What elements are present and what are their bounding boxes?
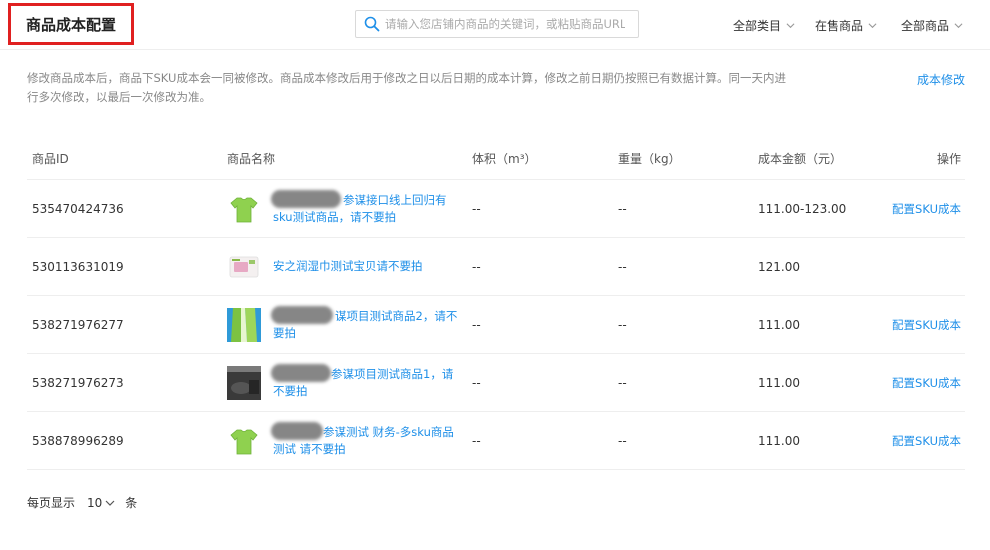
table-row: 538271976273 参谋项目测试商品1，请不要拍 -- -- 111.00… bbox=[27, 354, 965, 412]
green-tshirt-icon[interactable] bbox=[227, 424, 261, 458]
product-weight: -- bbox=[618, 375, 627, 390]
product-name-link[interactable]: 安之润湿巾测试宝贝请不要拍 bbox=[273, 258, 463, 275]
product-cost: 111.00-123.00 bbox=[758, 201, 847, 216]
redacted-blur bbox=[271, 363, 331, 382]
product-cost: 111.00 bbox=[758, 433, 800, 448]
redacted-blur bbox=[271, 421, 323, 440]
configure-sku-cost-button[interactable]: 配置SKU成本 bbox=[892, 376, 961, 390]
product-cost-table: 商品ID 商品名称 体积（m³） 重量（kg） 成本金额（元） 操作 53547… bbox=[27, 138, 965, 470]
product-volume: -- bbox=[472, 375, 481, 390]
green-fabric-icon[interactable] bbox=[227, 307, 261, 342]
search-input[interactable] bbox=[385, 17, 625, 31]
sale-status-filter-label: 在售商品 bbox=[815, 19, 864, 33]
product-scope-filter[interactable]: 全部商品 bbox=[901, 17, 963, 34]
column-header-id: 商品ID bbox=[32, 152, 69, 166]
product-id: 538878996289 bbox=[32, 433, 124, 448]
cost-edit-link[interactable]: 成本修改 bbox=[917, 71, 965, 88]
table-row: 538878996289 参谋测试 财务-多sku商品测试 请不要拍 -- --… bbox=[27, 412, 965, 470]
dark-photo-icon[interactable] bbox=[227, 365, 261, 400]
column-header-name: 商品名称 bbox=[227, 152, 276, 166]
product-volume: -- bbox=[472, 259, 481, 274]
table-row: 535470424736 参谋接口线上回归有sku测试商品，请不要拍 -- --… bbox=[27, 180, 965, 238]
page-size-label: 每页显示 bbox=[27, 496, 76, 510]
product-name-link[interactable]: 参谋接口线上回归有sku测试商品，请不要拍 bbox=[271, 189, 463, 226]
page-size-value: 10 bbox=[87, 495, 103, 510]
configure-sku-cost-button[interactable]: 配置SKU成本 bbox=[892, 318, 961, 332]
product-scope-filter-label: 全部商品 bbox=[901, 19, 950, 33]
product-volume: -- bbox=[472, 433, 481, 448]
page-size-select[interactable]: 10 bbox=[87, 496, 115, 510]
product-weight: -- bbox=[618, 259, 627, 274]
page-size-control: 每页显示 10 条 bbox=[27, 494, 137, 511]
product-weight: -- bbox=[618, 317, 627, 332]
product-volume: -- bbox=[472, 201, 481, 216]
green-tshirt-icon[interactable] bbox=[227, 192, 261, 226]
column-header-action: 操作 bbox=[936, 152, 961, 166]
product-weight: -- bbox=[618, 201, 627, 216]
product-weight: -- bbox=[618, 433, 627, 448]
search-box[interactable] bbox=[355, 10, 639, 38]
table-row: 538271976277 谋项目测试商品2，请不要拍 -- -- 111.00 … bbox=[27, 296, 965, 354]
column-header-cost: 成本金额（元） bbox=[758, 152, 843, 166]
column-header-weight: 重量（kg） bbox=[618, 152, 681, 166]
chevron-down-icon bbox=[105, 500, 115, 506]
configure-sku-cost-button[interactable]: 配置SKU成本 bbox=[892, 202, 961, 216]
product-cost: 111.00 bbox=[758, 375, 800, 390]
column-header-volume: 体积（m³） bbox=[472, 152, 537, 166]
table-row: 530113631019 安之润湿巾测试宝贝请不要拍 -- -- 121.00 bbox=[27, 238, 965, 296]
table-header: 商品ID 商品名称 体积（m³） 重量（kg） 成本金额（元） 操作 bbox=[27, 138, 965, 180]
redacted-blur bbox=[271, 305, 333, 324]
configure-sku-cost-button[interactable]: 配置SKU成本 bbox=[892, 434, 961, 448]
product-id: 538271976273 bbox=[32, 375, 124, 390]
product-cost: 121.00 bbox=[758, 259, 800, 274]
product-name-link[interactable]: 谋项目测试商品2，请不要拍 bbox=[271, 305, 463, 342]
top-bar: 商品成本配置 全部类目 在售商品 全部商品 bbox=[0, 0, 990, 50]
product-name: 安之润湿巾测试宝贝请不要拍 bbox=[273, 259, 423, 273]
product-name-link[interactable]: 参谋项目测试商品1，请不要拍 bbox=[271, 363, 463, 400]
wipes-pack-icon[interactable] bbox=[227, 250, 261, 284]
product-id: 530113631019 bbox=[32, 259, 124, 274]
product-id: 535470424736 bbox=[32, 201, 124, 216]
chevron-down-icon bbox=[786, 23, 795, 29]
search-icon bbox=[364, 16, 380, 32]
product-name-link[interactable]: 参谋测试 财务-多sku商品测试 请不要拍 bbox=[271, 421, 463, 458]
page-size-unit: 条 bbox=[125, 496, 138, 510]
chevron-down-icon bbox=[868, 23, 877, 29]
category-filter[interactable]: 全部类目 bbox=[733, 17, 795, 34]
category-filter-label: 全部类目 bbox=[733, 19, 782, 33]
product-cost: 111.00 bbox=[758, 317, 800, 332]
cost-notice: 修改商品成本后，商品下SKU成本会一同被修改。商品成本修改后用于修改之日以后日期… bbox=[27, 71, 786, 104]
sale-status-filter[interactable]: 在售商品 bbox=[815, 17, 877, 34]
chevron-down-icon bbox=[954, 23, 963, 29]
product-id: 538271976277 bbox=[32, 317, 124, 332]
product-volume: -- bbox=[472, 317, 481, 332]
page-title: 商品成本配置 bbox=[25, 15, 116, 34]
redacted-blur bbox=[271, 189, 341, 208]
page-title-box: 商品成本配置 bbox=[8, 3, 134, 45]
